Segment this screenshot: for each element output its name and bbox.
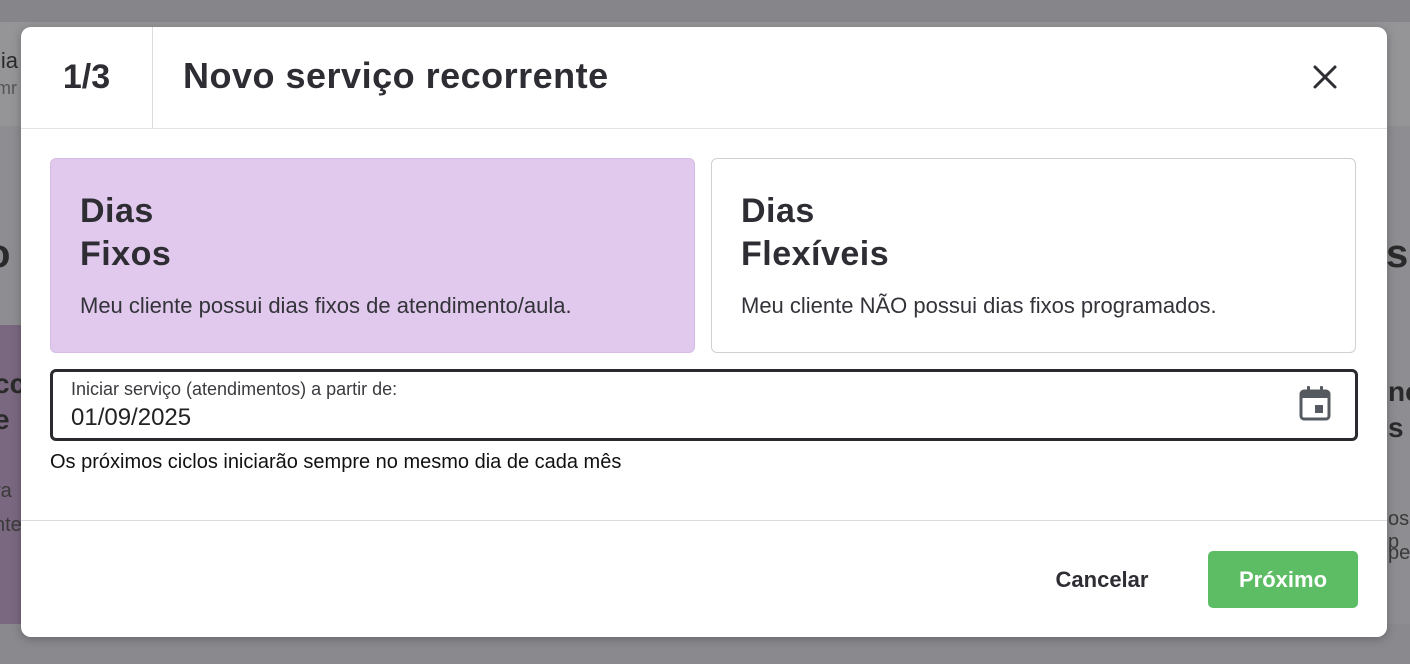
background-card-left-text: nte (0, 514, 22, 536)
close-icon[interactable] (1309, 61, 1341, 93)
background-header-text: lia (0, 48, 19, 73)
start-date-field[interactable]: Iniciar serviço (atendimentos) a partir … (50, 369, 1358, 441)
background-card-right-text: s (1388, 412, 1404, 443)
option-title-line: Dias (741, 192, 815, 230)
background-topbar (0, 0, 1410, 22)
footer-divider (21, 520, 1387, 521)
option-flexible-days[interactable]: Dias Flexíveis Meu cliente NÃO possui di… (711, 158, 1356, 353)
background-card-right-text: pe (1388, 542, 1410, 564)
option-title-line: Fixos (80, 235, 172, 273)
option-title: Dias Flexíveis (741, 190, 889, 276)
background-card-right (1388, 325, 1410, 625)
step-indicator: 1/3 (21, 27, 153, 128)
start-date-label: Iniciar serviço (atendimentos) a partir … (71, 379, 398, 399)
dialog-title: Novo serviço recorrente (183, 55, 609, 96)
option-description: Meu cliente NÃO possui dias fixos progra… (741, 293, 1217, 318)
recurring-service-dialog: 1/3 Novo serviço recorrente Dias Fixos M… (21, 27, 1387, 637)
dialog-header: 1/3 Novo serviço recorrente (21, 27, 1387, 129)
cancel-button[interactable]: Cancelar (1031, 551, 1173, 608)
background-card-right-text: nc (1388, 376, 1410, 407)
option-fixed-days[interactable]: Dias Fixos Meu cliente possui dias fixos… (50, 158, 695, 353)
calendar-icon[interactable] (1297, 385, 1333, 423)
background-left-heading: o (0, 232, 10, 277)
background-header-subtext: mr (0, 78, 17, 98)
start-date-input[interactable]: 01/09/2025 (71, 404, 191, 432)
option-title-line: Dias (80, 192, 154, 230)
option-description: Meu cliente possui dias fixos de atendim… (80, 293, 572, 318)
next-button[interactable]: Próximo (1208, 551, 1358, 608)
option-title-line: Flexíveis (741, 235, 890, 273)
option-title: Dias Fixos (80, 190, 171, 276)
background-card-left-text: ra (0, 480, 12, 502)
background-card-left-text: e (0, 404, 10, 435)
helper-text: Os próximos ciclos iniciarão sempre no m… (50, 451, 622, 473)
background-right-heading: s (1386, 232, 1409, 276)
